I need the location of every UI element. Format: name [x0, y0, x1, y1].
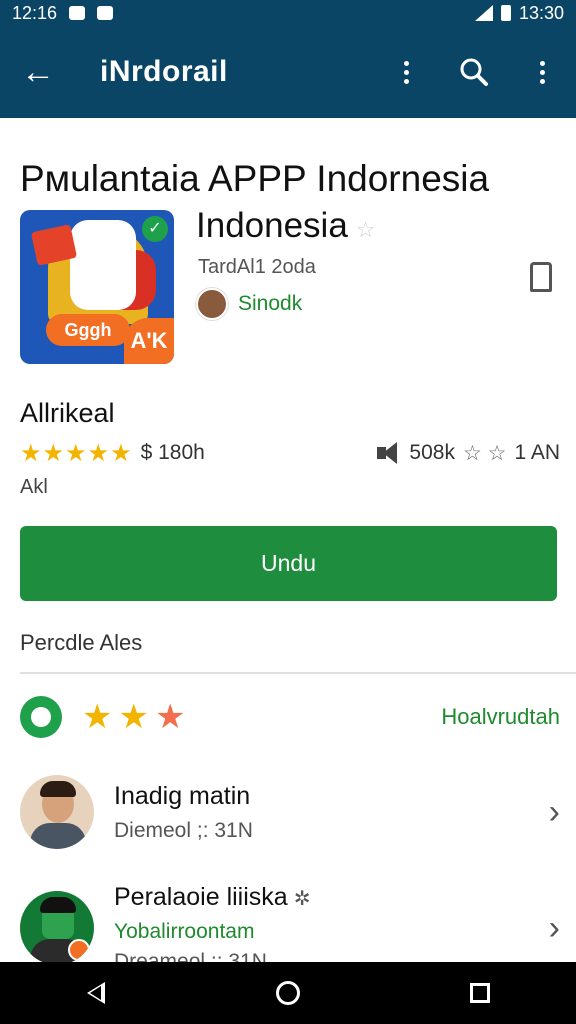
developer-name: Sinodk	[238, 292, 303, 315]
app-icon-pill: Gggh	[46, 314, 130, 346]
gear-icon: ✲	[293, 887, 311, 910]
content-rating: Akl	[20, 476, 48, 498]
install-button[interactable]: Undu	[20, 526, 557, 601]
avatar	[20, 891, 94, 965]
battery-icon	[500, 5, 511, 21]
chevron-right-icon: ›	[548, 792, 560, 831]
chevron-right-icon: ›	[548, 908, 560, 947]
divider	[20, 672, 576, 674]
back-button[interactable]: ←	[0, 26, 76, 118]
bookmark-icon[interactable]	[530, 262, 552, 292]
age-rating: 1 AN	[514, 441, 560, 464]
nav-back-button[interactable]	[66, 962, 126, 1024]
app-bar: ← iNrdorail	[0, 26, 576, 118]
list-item[interactable]: Inadig matin Diemeol ;: 31N ›	[20, 762, 560, 862]
star-outline-icon: ☆	[355, 217, 376, 242]
people-also-label: Percdle Ales	[20, 630, 143, 655]
arrow-left-icon: ←	[21, 52, 55, 91]
app-subtitle: Indonesia ☆	[196, 206, 376, 246]
nav-back-icon	[87, 982, 105, 1004]
nav-home-button[interactable]	[258, 962, 318, 1024]
section-title: Allrikeal	[20, 398, 115, 428]
rating-stars: ★★★★★	[20, 439, 133, 467]
notification-icon	[69, 6, 86, 20]
more-vert-icon	[403, 60, 409, 84]
overflow-menu-icon	[539, 60, 545, 84]
list-item-title: Peralaoie liiiska ✲	[114, 883, 549, 912]
check-icon: ✓	[142, 216, 168, 242]
overflow-menu-button[interactable]	[508, 26, 576, 118]
speaker-icon	[375, 442, 401, 464]
more-vert-button[interactable]	[372, 26, 440, 118]
list-item-title: Inadig matin	[114, 781, 251, 810]
signal-icon	[474, 5, 493, 21]
app-title: Pмulantaia APPP Indornesia	[20, 158, 490, 199]
system-nav-bar	[0, 962, 576, 1024]
developer-avatar	[196, 288, 228, 320]
notification-icon-2	[97, 6, 114, 20]
search-button[interactable]	[440, 26, 508, 118]
list-item-title-text: Peralaoie liiiska	[114, 882, 288, 911]
developer-link[interactable]: Sinodk	[196, 288, 302, 320]
search-icon	[460, 58, 488, 86]
nav-recents-icon	[470, 983, 490, 1003]
review-stars: ★ ★ ★	[82, 697, 185, 737]
list-item-subtitle: Diemeol ;: 31N	[114, 818, 253, 842]
review-star: ★	[154, 698, 186, 736]
rating-row: ★★★★★ $ 180h 508k ☆ ☆ 1 AN	[20, 438, 560, 468]
review-row: ★ ★ ★ Hoalvrudtah	[20, 694, 560, 740]
list-item-subtitle: Yobalirroontam	[114, 919, 255, 943]
app-icon-badge: A'K	[124, 318, 174, 364]
avatar-badge	[68, 939, 90, 961]
avatar	[20, 775, 94, 849]
review-star: ★	[118, 698, 149, 736]
download-count: 508k	[409, 441, 455, 464]
status-time-right: 13:30	[518, 2, 564, 23]
status-bar: 12:16 13:30	[0, 0, 576, 26]
status-time-left: 12:16	[12, 2, 58, 23]
review-star: ★	[82, 698, 113, 736]
star-outline-icons: ☆ ☆	[462, 441, 507, 465]
app-bar-title: iNrdorail	[100, 55, 228, 88]
chat-icon	[20, 696, 62, 738]
app-meta: TardAl1 2oda	[198, 256, 316, 278]
app-size: $ 180h	[140, 441, 205, 464]
nav-home-icon	[276, 981, 300, 1005]
review-link[interactable]: Hoalvrudtah	[441, 704, 560, 730]
app-icon: ✓ Gggh A'K	[20, 210, 174, 364]
nav-recents-button[interactable]	[450, 962, 510, 1024]
app-subtitle-text: Indonesia	[196, 206, 348, 245]
